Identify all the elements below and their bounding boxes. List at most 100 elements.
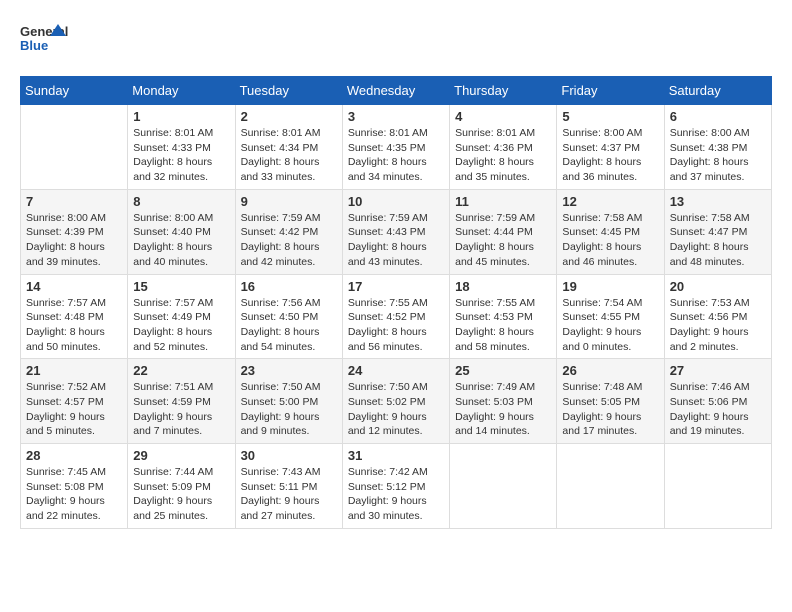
calendar-cell: 6 Sunrise: 8:00 AM Sunset: 4:38 PM Daylig…	[664, 105, 771, 190]
day-info: Sunrise: 7:57 AM Sunset: 4:48 PM Dayligh…	[26, 296, 122, 355]
day-number: 3	[348, 109, 444, 124]
day-info: Sunrise: 7:55 AM Sunset: 4:52 PM Dayligh…	[348, 296, 444, 355]
logo-svg: General Blue	[20, 20, 68, 60]
day-number: 4	[455, 109, 551, 124]
calendar-cell: 16 Sunrise: 7:56 AM Sunset: 4:50 PM Dayli…	[235, 274, 342, 359]
calendar-cell: 14 Sunrise: 7:57 AM Sunset: 4:48 PM Dayli…	[21, 274, 128, 359]
day-number: 24	[348, 363, 444, 378]
calendar-week-row: 14 Sunrise: 7:57 AM Sunset: 4:48 PM Dayli…	[21, 274, 772, 359]
day-number: 12	[562, 194, 658, 209]
calendar-cell: 25 Sunrise: 7:49 AM Sunset: 5:03 PM Dayli…	[450, 359, 557, 444]
calendar-cell: 7 Sunrise: 8:00 AM Sunset: 4:39 PM Daylig…	[21, 189, 128, 274]
day-info: Sunrise: 8:00 AM Sunset: 4:39 PM Dayligh…	[26, 211, 122, 270]
calendar-cell	[557, 444, 664, 529]
calendar-cell: 18 Sunrise: 7:55 AM Sunset: 4:53 PM Dayli…	[450, 274, 557, 359]
weekday-header: Wednesday	[342, 77, 449, 105]
day-info: Sunrise: 7:50 AM Sunset: 5:02 PM Dayligh…	[348, 380, 444, 439]
day-number: 9	[241, 194, 337, 209]
day-number: 15	[133, 279, 229, 294]
calendar-cell: 3 Sunrise: 8:01 AM Sunset: 4:35 PM Daylig…	[342, 105, 449, 190]
day-info: Sunrise: 7:48 AM Sunset: 5:05 PM Dayligh…	[562, 380, 658, 439]
weekday-header: Thursday	[450, 77, 557, 105]
day-number: 8	[133, 194, 229, 209]
calendar-cell: 4 Sunrise: 8:01 AM Sunset: 4:36 PM Daylig…	[450, 105, 557, 190]
weekday-header: Saturday	[664, 77, 771, 105]
day-number: 5	[562, 109, 658, 124]
calendar-cell: 27 Sunrise: 7:46 AM Sunset: 5:06 PM Dayli…	[664, 359, 771, 444]
calendar-cell: 17 Sunrise: 7:55 AM Sunset: 4:52 PM Dayli…	[342, 274, 449, 359]
day-number: 26	[562, 363, 658, 378]
day-number: 6	[670, 109, 766, 124]
day-info: Sunrise: 7:52 AM Sunset: 4:57 PM Dayligh…	[26, 380, 122, 439]
calendar-cell: 26 Sunrise: 7:48 AM Sunset: 5:05 PM Dayli…	[557, 359, 664, 444]
day-info: Sunrise: 7:51 AM Sunset: 4:59 PM Dayligh…	[133, 380, 229, 439]
calendar-cell: 31 Sunrise: 7:42 AM Sunset: 5:12 PM Dayli…	[342, 444, 449, 529]
day-number: 7	[26, 194, 122, 209]
calendar-table: SundayMondayTuesdayWednesdayThursdayFrid…	[20, 76, 772, 529]
day-info: Sunrise: 7:58 AM Sunset: 4:45 PM Dayligh…	[562, 211, 658, 270]
day-info: Sunrise: 7:43 AM Sunset: 5:11 PM Dayligh…	[241, 465, 337, 524]
day-number: 31	[348, 448, 444, 463]
svg-text:Blue: Blue	[20, 38, 48, 53]
day-info: Sunrise: 7:49 AM Sunset: 5:03 PM Dayligh…	[455, 380, 551, 439]
calendar-cell: 21 Sunrise: 7:52 AM Sunset: 4:57 PM Dayli…	[21, 359, 128, 444]
calendar-cell: 22 Sunrise: 7:51 AM Sunset: 4:59 PM Dayli…	[128, 359, 235, 444]
calendar-cell: 29 Sunrise: 7:44 AM Sunset: 5:09 PM Dayli…	[128, 444, 235, 529]
day-info: Sunrise: 7:46 AM Sunset: 5:06 PM Dayligh…	[670, 380, 766, 439]
calendar-cell: 1Sunrise: 8:01 AM Sunset: 4:33 PM Daylig…	[128, 105, 235, 190]
logo: General Blue	[20, 20, 68, 60]
calendar-cell: 11 Sunrise: 7:59 AM Sunset: 4:44 PM Dayli…	[450, 189, 557, 274]
day-info: Sunrise: 7:53 AM Sunset: 4:56 PM Dayligh…	[670, 296, 766, 355]
calendar-cell: 28Sunrise: 7:45 AM Sunset: 5:08 PM Dayli…	[21, 444, 128, 529]
calendar-week-row: 1Sunrise: 8:01 AM Sunset: 4:33 PM Daylig…	[21, 105, 772, 190]
day-number: 27	[670, 363, 766, 378]
calendar-cell: 9 Sunrise: 7:59 AM Sunset: 4:42 PM Daylig…	[235, 189, 342, 274]
day-info: Sunrise: 7:59 AM Sunset: 4:42 PM Dayligh…	[241, 211, 337, 270]
day-number: 23	[241, 363, 337, 378]
day-info: Sunrise: 7:57 AM Sunset: 4:49 PM Dayligh…	[133, 296, 229, 355]
day-info: Sunrise: 8:00 AM Sunset: 4:40 PM Dayligh…	[133, 211, 229, 270]
calendar-cell: 23Sunrise: 7:50 AM Sunset: 5:00 PM Dayli…	[235, 359, 342, 444]
day-info: Sunrise: 7:44 AM Sunset: 5:09 PM Dayligh…	[133, 465, 229, 524]
day-info: Sunrise: 7:55 AM Sunset: 4:53 PM Dayligh…	[455, 296, 551, 355]
weekday-header: Tuesday	[235, 77, 342, 105]
calendar-week-row: 7 Sunrise: 8:00 AM Sunset: 4:39 PM Daylig…	[21, 189, 772, 274]
day-number: 28	[26, 448, 122, 463]
day-number: 22	[133, 363, 229, 378]
weekday-header: Friday	[557, 77, 664, 105]
day-info: Sunrise: 8:01 AM Sunset: 4:33 PM Dayligh…	[133, 126, 229, 185]
day-info: Sunrise: 7:59 AM Sunset: 4:44 PM Dayligh…	[455, 211, 551, 270]
calendar-cell: 24 Sunrise: 7:50 AM Sunset: 5:02 PM Dayli…	[342, 359, 449, 444]
calendar-cell: 15 Sunrise: 7:57 AM Sunset: 4:49 PM Dayli…	[128, 274, 235, 359]
day-info: Sunrise: 8:00 AM Sunset: 4:37 PM Dayligh…	[562, 126, 658, 185]
calendar-cell: 10Sunrise: 7:59 AM Sunset: 4:43 PM Dayli…	[342, 189, 449, 274]
day-number: 25	[455, 363, 551, 378]
calendar-cell: 2Sunrise: 8:01 AM Sunset: 4:34 PM Daylig…	[235, 105, 342, 190]
calendar-cell: 13Sunrise: 7:58 AM Sunset: 4:47 PM Dayli…	[664, 189, 771, 274]
day-number: 14	[26, 279, 122, 294]
calendar-week-row: 28Sunrise: 7:45 AM Sunset: 5:08 PM Dayli…	[21, 444, 772, 529]
day-number: 20	[670, 279, 766, 294]
calendar-cell: 5 Sunrise: 8:00 AM Sunset: 4:37 PM Daylig…	[557, 105, 664, 190]
day-info: Sunrise: 8:01 AM Sunset: 4:34 PM Dayligh…	[241, 126, 337, 185]
day-info: Sunrise: 8:00 AM Sunset: 4:38 PM Dayligh…	[670, 126, 766, 185]
day-number: 29	[133, 448, 229, 463]
day-number: 30	[241, 448, 337, 463]
weekday-header: Monday	[128, 77, 235, 105]
day-info: Sunrise: 8:01 AM Sunset: 4:36 PM Dayligh…	[455, 126, 551, 185]
calendar-week-row: 21 Sunrise: 7:52 AM Sunset: 4:57 PM Dayli…	[21, 359, 772, 444]
calendar-cell: 20 Sunrise: 7:53 AM Sunset: 4:56 PM Dayli…	[664, 274, 771, 359]
day-number: 18	[455, 279, 551, 294]
calendar-cell	[450, 444, 557, 529]
day-number: 19	[562, 279, 658, 294]
page-header: General Blue	[20, 20, 772, 60]
day-info: Sunrise: 7:42 AM Sunset: 5:12 PM Dayligh…	[348, 465, 444, 524]
day-number: 17	[348, 279, 444, 294]
day-info: Sunrise: 8:01 AM Sunset: 4:35 PM Dayligh…	[348, 126, 444, 185]
day-number: 21	[26, 363, 122, 378]
calendar-cell: 12 Sunrise: 7:58 AM Sunset: 4:45 PM Dayli…	[557, 189, 664, 274]
day-info: Sunrise: 7:56 AM Sunset: 4:50 PM Dayligh…	[241, 296, 337, 355]
day-number: 16	[241, 279, 337, 294]
day-number: 11	[455, 194, 551, 209]
calendar-cell: 19Sunrise: 7:54 AM Sunset: 4:55 PM Dayli…	[557, 274, 664, 359]
